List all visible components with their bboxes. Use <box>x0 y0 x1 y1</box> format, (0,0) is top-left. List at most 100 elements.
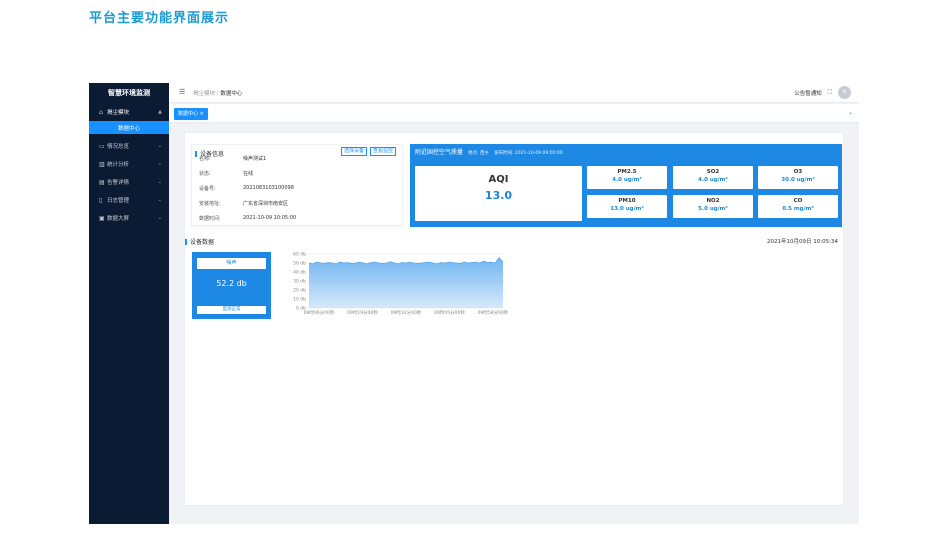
noise-chart: 60 db 50 db 40 db 30 db 20 db 10 db 0 db 09时06分… <box>281 249 511 321</box>
device-info-card: 设备信息 选择设备 查看监控 名称: 噪声测试1 状态: 在线 设备号: 202… <box>191 144 403 226</box>
sidebar-item-label: 揭尘模块 <box>107 110 130 116</box>
bar-chart-icon: ▥ <box>99 160 105 168</box>
noise-chart-svg: 60 db50 db40 db30 db20 db10 db0 db09时06分… <box>293 252 509 317</box>
air-quality-panel: 附近国控空气质量 地点: 西乡 发布时间: 2021-10-09 09:00:0… <box>410 144 842 227</box>
info-value: 2021-10-09 10:05:00 <box>243 215 297 221</box>
info-value: 广东省深圳市南安区 <box>243 201 289 207</box>
sidebar: 智慧环境监测 ⌂ 揭尘模块 ▲ 数据中心 ▭ 情况总览 ⌄ ▥ 统计分析 ⌄ ▤… <box>89 83 169 524</box>
y-tick-label: 40 db <box>293 270 306 276</box>
header-right: 公告暂通知 ⛶ A <box>794 86 851 99</box>
metric-co: CO 0.5 mg/m³ <box>758 195 838 218</box>
sidebar-subitem-data-center[interactable]: 数据中心 <box>89 121 169 134</box>
info-key: 安装地址: <box>199 201 221 207</box>
info-row-address: 安装地址: 广东省深圳市南安区 <box>199 200 288 207</box>
metric-o3: O3 30.0 ug/m³ <box>758 166 838 189</box>
y-tick-label: 30 db <box>293 279 306 285</box>
y-tick-label: 60 db <box>293 252 306 258</box>
chevron-down-icon: ⌄ <box>157 215 162 221</box>
tab-bar: 数据中心 × ⌄ <box>169 104 859 123</box>
noise-tag: 噪声 <box>197 258 266 269</box>
monitor-icon: ▭ <box>99 142 105 150</box>
metric-name: PM10 <box>618 198 636 204</box>
sidebar-item-big-screen[interactable]: ▣ 数据大屏 ⌄ <box>89 209 169 227</box>
metric-so2: SO2 4.0 ug/m³ <box>673 166 753 189</box>
breadcrumb-separator: / <box>216 91 219 97</box>
menu-toggle-icon[interactable]: ☰ <box>179 88 185 96</box>
sidebar-item-statistics[interactable]: ▥ 统计分析 ⌄ <box>89 155 169 173</box>
metric-name: O3 <box>793 169 803 175</box>
metric-name: SO2 <box>706 169 720 175</box>
metric-value: 5.0 ug/m³ <box>698 206 728 212</box>
air-publish-time: 发布时间: 2021-10-09 09:00:00 <box>493 151 563 156</box>
sidebar-item-label: 日志管理 <box>107 198 130 204</box>
info-key: 设备号: <box>199 186 216 192</box>
air-location: 地点: 西乡 <box>468 151 489 156</box>
x-tick-label: 09时58分00秒 <box>478 309 509 316</box>
x-tick-label: 09时32分00秒 <box>391 309 422 316</box>
sidebar-item-label: 情况总览 <box>107 144 130 150</box>
y-tick-label: 20 db <box>293 288 306 294</box>
chevron-down-icon: ⌄ <box>157 143 162 149</box>
info-value: 在线 <box>243 171 254 177</box>
sidebar-item-label: 统计分析 <box>107 162 130 168</box>
metric-no2: NO2 5.0 ug/m³ <box>673 195 753 218</box>
select-device-button[interactable]: 选择设备 <box>340 147 367 156</box>
aqi-label: AQI <box>488 174 509 185</box>
metric-name: PM2.5 <box>617 169 637 175</box>
air-quality-title: 附近国控空气质量 <box>415 149 464 156</box>
notice-link[interactable]: 公告暂通知 <box>794 89 822 97</box>
chevron-up-icon: ▲ <box>158 109 162 115</box>
metric-value: 4.0 ug/m³ <box>698 177 728 183</box>
page-heading: 平台主要功能界面展示 <box>89 11 230 26</box>
sidebar-item-overview[interactable]: ▭ 情况总览 ⌄ <box>89 137 169 155</box>
metric-name: NO2 <box>706 198 720 204</box>
metric-name: CO <box>793 198 803 204</box>
info-row-device-id: 设备号: 2021083103100098 <box>199 185 294 192</box>
sidebar-item-label: 告警详情 <box>107 180 130 186</box>
breadcrumb-root[interactable]: 揭尘模块 <box>193 91 215 97</box>
x-tick-label: 09时45分00秒 <box>434 309 465 316</box>
avatar[interactable]: A <box>838 86 851 99</box>
metric-value: 4.0 ug/m³ <box>612 177 642 183</box>
metric-pm10: PM10 13.0 ug/m³ <box>587 195 667 218</box>
info-key: 状态: <box>199 171 211 177</box>
info-row-name: 名称: 噪声测试1 <box>199 155 266 162</box>
sidebar-item-alerts[interactable]: ▤ 告警详情 ⌄ <box>89 173 169 191</box>
home-icon: ⌂ <box>99 108 103 116</box>
x-tick-label: 09时06分00秒 <box>304 309 335 316</box>
top-header: ☰ 揭尘模块 / 数据中心 公告暂通知 ⛶ A <box>169 83 859 103</box>
tab-data-center[interactable]: 数据中心 × <box>174 108 208 120</box>
breadcrumb-current: 数据中心 <box>220 91 243 97</box>
brand-title: 智慧环境监测 <box>108 89 150 97</box>
chevron-down-icon: ⌄ <box>157 197 162 203</box>
view-monitor-button[interactable]: 查看监控 <box>369 147 396 156</box>
screen-icon: ▣ <box>99 214 105 222</box>
metric-value: 30.0 ug/m³ <box>781 177 815 183</box>
device-data-title: 设备数据 <box>185 237 214 246</box>
breadcrumb: 揭尘模块 / 数据中心 <box>193 89 242 97</box>
sidebar-item-dust[interactable]: ⌂ 揭尘模块 ▲ <box>89 103 169 121</box>
main-content: 设备信息 选择设备 查看监控 名称: 噪声测试1 状态: 在线 设备号: 202… <box>184 132 844 506</box>
noise-status: 监测正常 <box>197 306 266 314</box>
aqi-value: 13.0 <box>484 189 513 202</box>
chevron-down-icon[interactable]: ⌄ <box>848 109 853 116</box>
info-value: 噪声测试1 <box>243 156 267 162</box>
sidebar-item-label: 数据中心 <box>117 125 140 132</box>
info-row-data-time: 数据时间: 2021-10-09 10:05:00 <box>199 215 296 222</box>
app-window: 智慧环境监测 ⌂ 揭尘模块 ▲ 数据中心 ▭ 情况总览 ⌄ ▥ 统计分析 ⌄ ▤… <box>89 83 859 524</box>
sidebar-item-logs[interactable]: ▯ 日志管理 ⌄ <box>89 191 169 209</box>
info-key: 名称: <box>199 156 211 162</box>
metric-value: 0.5 mg/m³ <box>782 206 814 212</box>
sidebar-item-label: 数据大屏 <box>107 216 130 222</box>
aqi-box: AQI 13.0 <box>415 166 582 221</box>
info-key: 数据时间: <box>199 216 221 222</box>
fullscreen-icon[interactable]: ⛶ <box>828 89 832 97</box>
series-area <box>309 257 503 308</box>
alert-doc-icon: ▤ <box>99 178 105 186</box>
air-quality-header: 附近国控空气质量 地点: 西乡 发布时间: 2021-10-09 09:00:0… <box>415 147 563 156</box>
noise-value: 52.2 db <box>216 279 247 288</box>
y-tick-label: 10 db <box>293 297 306 303</box>
document-icon: ▯ <box>99 196 103 204</box>
metric-pm25: PM2.5 4.0 ug/m³ <box>587 166 667 189</box>
metric-value: 13.0 ug/m³ <box>610 206 644 212</box>
